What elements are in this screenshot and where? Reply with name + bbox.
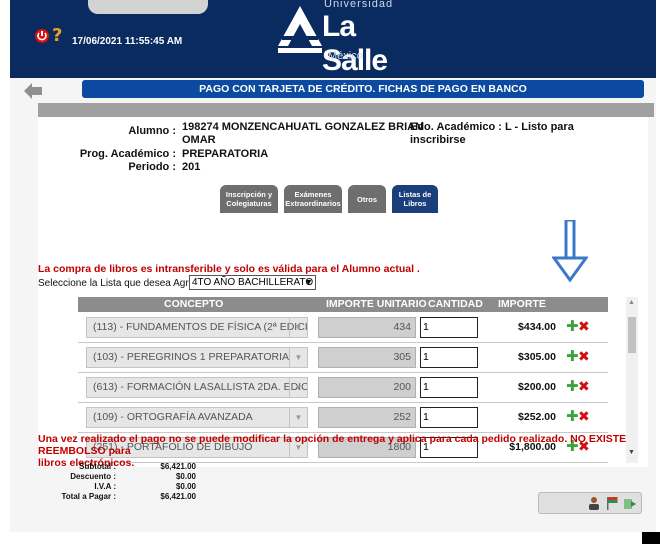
book-list-select[interactable]: 4TO AÑO BACHILLERATO C ▼: [189, 275, 316, 290]
top-tab: [88, 0, 208, 14]
purchase-warning: La compra de libros es intransferible y …: [38, 263, 420, 275]
edo-academico-1: Edo. Académico : L - Listo para: [410, 121, 574, 133]
gray-divider: [38, 103, 654, 117]
delete-icon[interactable]: ✖: [578, 349, 590, 364]
row-amount: $252.00: [518, 411, 556, 423]
logo-top-text: Universidad: [324, 0, 394, 10]
unit-price-field: 305: [318, 347, 416, 368]
concept-select[interactable]: (109) - ORTOGRAFÍA AVANZADA ▼: [86, 407, 308, 428]
logo-main-text: La Salle: [322, 10, 388, 77]
unit-price-field: 200: [318, 377, 416, 398]
add-icon[interactable]: ✚: [566, 319, 579, 334]
alumno-value-2: OMAR: [182, 134, 216, 146]
header-concepto: CONCEPTO: [164, 298, 224, 310]
quantity-input[interactable]: 1: [420, 347, 478, 368]
delete-icon[interactable]: ✖: [578, 319, 590, 334]
table-row: (613) - FORMACIÓN LASALLISTA 2DA. EDICI ▼…: [78, 373, 608, 403]
concept-select[interactable]: (113) - FUNDAMENTOS DE FÍSICA (2ª EDICI ▼: [86, 317, 308, 338]
tab-otros[interactable]: Otros: [348, 185, 386, 213]
book-list-select-value: 4TO AÑO BACHILLERATO C: [192, 277, 316, 288]
tab-examenes[interactable]: Exámenes Extraordinarios: [284, 185, 342, 213]
page-title: PAGO CON TARJETA DE CRÉDITO. FICHAS DE P…: [82, 80, 644, 98]
prog-academico-value: PREPARATORIA: [182, 148, 269, 160]
list-select-label: Seleccione la Lista que desea Agregar:: [38, 278, 212, 289]
subtotal-label: Subtotal :: [79, 462, 116, 471]
periodo-label: Periodo :: [128, 161, 176, 173]
corner-block: [642, 532, 660, 544]
subtotal-value: $6,421.00: [160, 462, 196, 471]
totals-summary: Subtotal : $6,421.00 Descuento : $0.00 I.V…: [40, 462, 196, 502]
descuento-value: $0.00: [175, 472, 196, 481]
main-content: PAGO CON TARJETA DE CRÉDITO. FICHAS DE P…: [10, 78, 656, 532]
chevron-down-icon: ▼: [289, 318, 307, 337]
power-icon[interactable]: [34, 28, 50, 44]
delete-icon[interactable]: ✖: [578, 379, 590, 394]
concept-text: (613) - FORMACIÓN LASALLISTA 2DA. EDICI: [93, 381, 308, 393]
header-bar: ? 17/06/2021 11:55:45 AM Universidad La …: [10, 0, 656, 78]
add-icon[interactable]: ✚: [566, 379, 579, 394]
iva-label: I.V.A :: [94, 482, 116, 491]
quantity-input[interactable]: 1: [420, 377, 478, 398]
university-logo: Universidad La Salle México: [278, 0, 418, 77]
unit-price-field: 252: [318, 407, 416, 428]
table-row: (113) - FUNDAMENTOS DE FÍSICA (2ª EDICI ▼…: [78, 313, 608, 343]
chevron-down-icon: ▼: [289, 348, 307, 367]
logo-sub-text: México: [328, 50, 363, 62]
header-cantidad: CANTIDAD: [428, 298, 483, 310]
header-icons: ?: [34, 27, 62, 45]
row-amount: $305.00: [518, 351, 556, 363]
concept-text: (113) - FUNDAMENTOS DE FÍSICA (2ª EDICI: [93, 321, 308, 333]
add-icon[interactable]: ✚: [566, 349, 579, 364]
iva-value: $0.00: [175, 482, 196, 491]
prog-academico-label: Prog. Académico :: [79, 148, 176, 160]
alumno-label: Alumno :: [128, 125, 176, 137]
lasalle-logo-icon: [278, 6, 322, 53]
payment-panel: Alumno : 198274 MONZENCAHUATL GONZALEZ B…: [38, 117, 648, 467]
down-arrow-annotation-icon: [552, 220, 588, 282]
scroll-thumb[interactable]: [628, 317, 636, 353]
total-value: $6,421.00: [160, 492, 196, 501]
footer-toolbar: [538, 492, 642, 514]
tab-bar: Inscripción y Colegiaturas Exámenes Extr…: [220, 185, 438, 213]
row-amount: $200.00: [518, 381, 556, 393]
quantity-input[interactable]: 1: [420, 407, 478, 428]
chevron-down-icon: ▼: [289, 378, 307, 397]
header-importe: IMPORTE: [498, 298, 546, 310]
user-icon[interactable]: [587, 496, 601, 510]
header-importe-unitario: IMPORTE UNITARIO: [326, 298, 427, 310]
help-icon[interactable]: ?: [52, 27, 62, 45]
datetime: 17/06/2021 11:55:45 AM: [72, 36, 183, 47]
table-header: CONCEPTO IMPORTE UNITARIO CANTIDAD IMPOR…: [78, 297, 608, 312]
refund-notice-line-1: Una vez realizado el pago no se puede mo…: [38, 433, 627, 457]
unit-price-field: 434: [318, 317, 416, 338]
periodo-value: 201: [182, 161, 201, 173]
add-icon[interactable]: ✚: [566, 409, 579, 424]
total-label: Total a Pagar :: [61, 492, 116, 501]
delete-icon[interactable]: ✖: [578, 409, 590, 424]
chevron-down-icon: ▼: [304, 277, 313, 287]
alumno-value-1: 198274 MONZENCAHUATL GONZALEZ BRIAN: [182, 121, 424, 133]
concept-text: (109) - ORTOGRAFÍA AVANZADA: [93, 411, 253, 423]
scroll-up-icon[interactable]: ▲: [628, 299, 635, 306]
concept-select[interactable]: (613) - FORMACIÓN LASALLISTA 2DA. EDICI ▼: [86, 377, 308, 398]
edo-academico-2: inscribirse: [410, 134, 466, 146]
table-row: (103) - PEREGRINOS 1 PREPARATORIA ▼ 305 1…: [78, 343, 608, 373]
back-arrow-icon[interactable]: [24, 83, 42, 99]
descuento-label: Descuento :: [70, 472, 116, 481]
flag-icon[interactable]: [605, 496, 619, 510]
concept-text: (103) - PEREGRINOS 1 PREPARATORIA: [93, 351, 290, 363]
quantity-input[interactable]: 1: [420, 317, 478, 338]
export-icon[interactable]: [623, 496, 637, 510]
chevron-down-icon: ▼: [289, 408, 307, 427]
tab-listas-libros[interactable]: Listas de Libros: [392, 185, 438, 213]
concept-select[interactable]: (103) - PEREGRINOS 1 PREPARATORIA ▼: [86, 347, 308, 368]
row-amount: $434.00: [518, 321, 556, 333]
table-row: (109) - ORTOGRAFÍA AVANZADA ▼ 252 1 $252.…: [78, 403, 608, 433]
tab-inscripcion[interactable]: Inscripción y Colegiaturas: [220, 185, 278, 213]
